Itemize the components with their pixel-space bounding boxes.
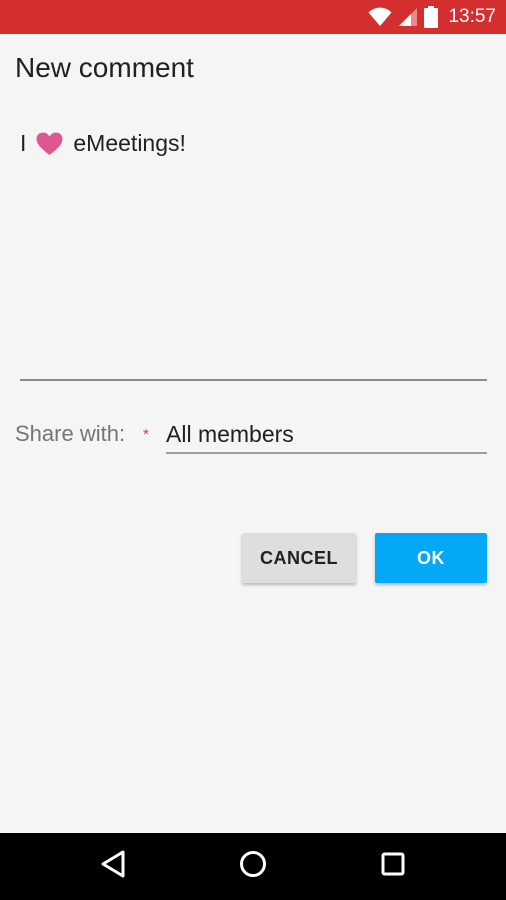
home-button[interactable] <box>233 846 273 886</box>
battery-icon <box>424 6 439 28</box>
navigation-bar <box>0 833 506 900</box>
wifi-icon <box>368 7 392 27</box>
required-indicator: * <box>143 426 149 443</box>
share-with-select[interactable]: All members <box>166 416 487 454</box>
home-icon <box>239 850 267 882</box>
recents-icon <box>380 851 406 881</box>
comment-input[interactable]: I eMeetings! <box>20 120 487 381</box>
heart-icon <box>36 132 63 156</box>
signal-icon <box>398 7 418 27</box>
back-icon <box>100 850 126 882</box>
status-bar: 13:57 <box>0 0 506 34</box>
comment-prefix: I <box>20 130 27 156</box>
comment-text: I eMeetings! <box>20 130 186 157</box>
dialog-title: New comment <box>15 52 194 83</box>
cancel-button[interactable]: CANCEL <box>242 533 356 583</box>
share-with-label: Share with: <box>15 421 126 446</box>
status-icons: 13:57 <box>368 0 496 34</box>
comment-suffix: eMeetings! <box>73 130 186 156</box>
back-button[interactable] <box>93 846 133 886</box>
ok-button[interactable]: OK <box>375 533 487 583</box>
recents-button[interactable] <box>373 846 413 886</box>
status-time: 13:57 <box>448 6 496 27</box>
